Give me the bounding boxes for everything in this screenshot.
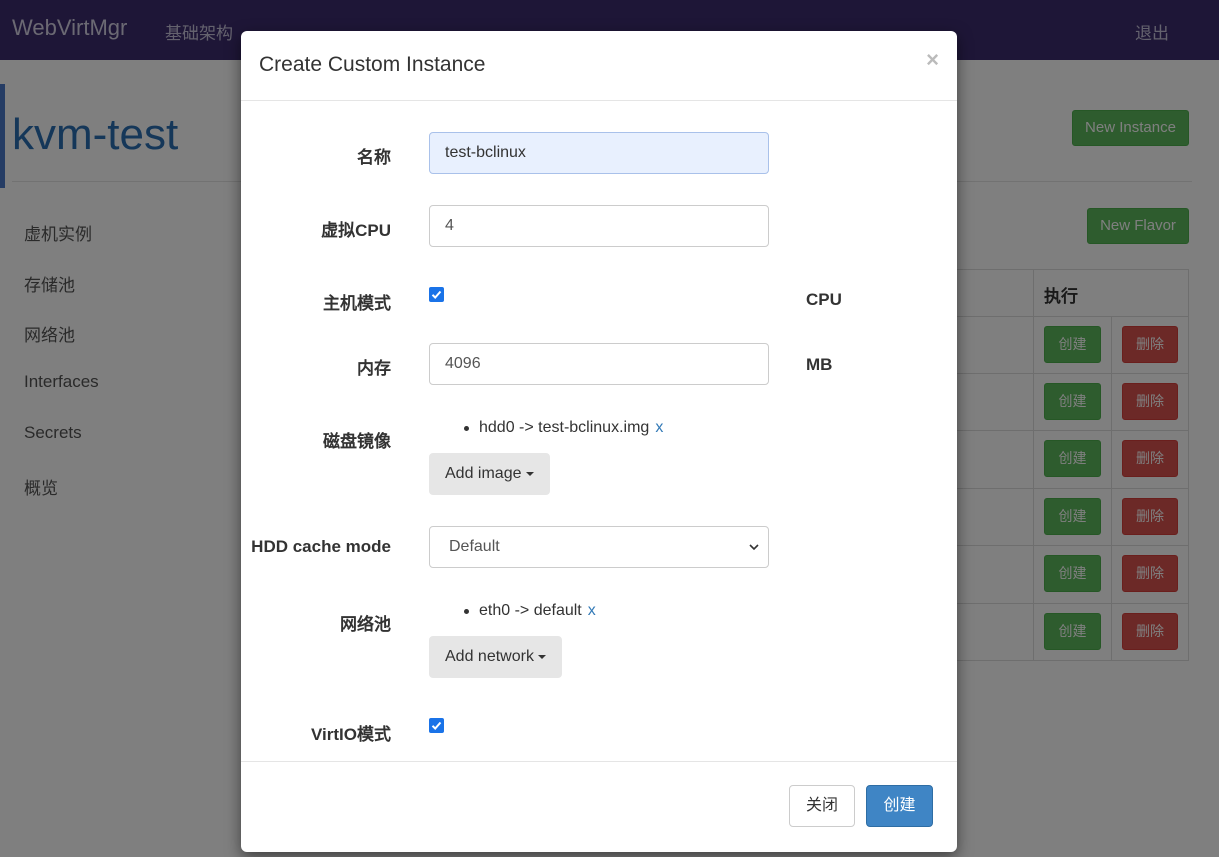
networks-label: 网络池 xyxy=(340,615,391,634)
close-icon[interactable]: × xyxy=(926,47,939,73)
hdd-cache-mode-value: Default xyxy=(449,538,500,555)
add-image-label: Add image xyxy=(445,465,522,482)
virtio-checkbox[interactable] xyxy=(429,718,444,733)
caret-down-icon xyxy=(537,654,546,659)
checkmark-icon xyxy=(431,290,442,299)
network-item: eth0 -> default x xyxy=(479,602,596,620)
disk-image-item-text: hdd0 -> test-bclinux.img xyxy=(479,419,650,436)
name-input[interactable] xyxy=(429,132,769,174)
create-instance-modal: Create Custom Instance × 名称 虚拟CPU 主机模式 C… xyxy=(241,31,957,852)
add-network-label: Add network xyxy=(445,648,534,665)
memory-unit: MB xyxy=(806,355,833,374)
checkmark-icon xyxy=(431,721,442,730)
host-model-unit: CPU xyxy=(806,290,842,309)
add-network-button[interactable]: Add network xyxy=(429,636,562,678)
list-bullet xyxy=(464,609,469,614)
create-button[interactable]: 创建 xyxy=(866,785,933,827)
remove-disk-image-link[interactable]: x xyxy=(655,419,663,436)
memory-label: 内存 xyxy=(357,359,391,378)
memory-input[interactable] xyxy=(429,343,769,385)
virtio-label: VirtIO模式 xyxy=(311,725,391,744)
add-image-button[interactable]: Add image xyxy=(429,453,550,495)
host-model-label: 主机模式 xyxy=(323,294,391,313)
modal-title: Create Custom Instance xyxy=(259,53,486,76)
modal-footer-divider xyxy=(241,761,957,762)
host-model-checkbox[interactable] xyxy=(429,287,444,302)
modal-header-divider xyxy=(241,100,957,101)
disk-images-label: 磁盘镜像 xyxy=(323,432,391,451)
name-label: 名称 xyxy=(357,148,391,167)
remove-network-link[interactable]: x xyxy=(588,602,596,619)
hdd-cache-mode-label: HDD cache mode xyxy=(251,537,391,556)
hdd-cache-mode-select[interactable]: Default xyxy=(429,526,769,568)
network-item-text: eth0 -> default xyxy=(479,602,582,619)
vcpu-input[interactable] xyxy=(429,205,769,247)
close-button[interactable]: 关闭 xyxy=(789,785,855,827)
vcpu-label: 虚拟CPU xyxy=(321,221,391,240)
chevron-down-icon xyxy=(749,544,759,551)
caret-down-icon xyxy=(525,471,534,476)
list-bullet xyxy=(464,426,469,431)
disk-image-item: hdd0 -> test-bclinux.img x xyxy=(479,419,663,437)
